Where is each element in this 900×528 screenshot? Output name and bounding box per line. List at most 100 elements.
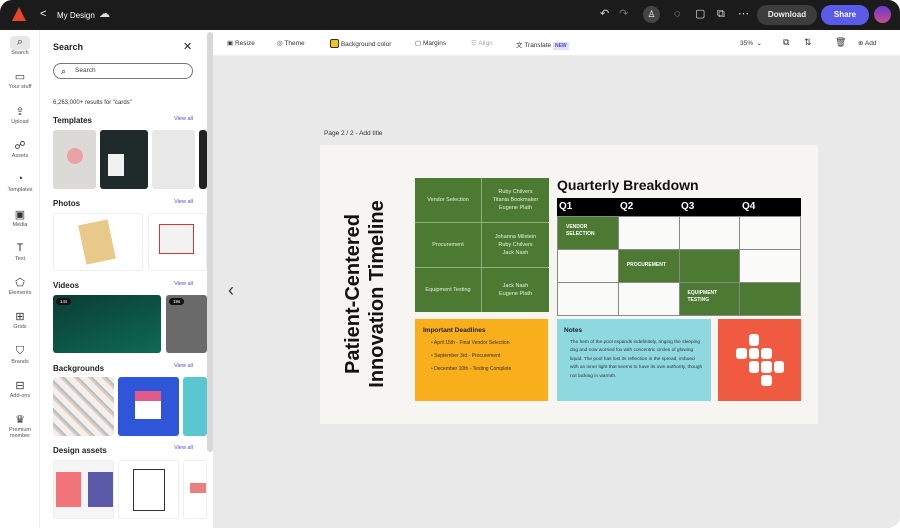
share-button[interactable]: Share <box>821 5 869 25</box>
background-thumbnail[interactable] <box>53 377 114 436</box>
video-duration: 19s <box>169 298 185 305</box>
background-thumbnail[interactable] <box>183 377 207 436</box>
logo-box[interactable] <box>718 319 801 401</box>
redo-icon[interactable]: ↷ <box>619 9 628 20</box>
quarterly-title[interactable]: Quarterly Breakdown <box>557 177 699 193</box>
comment-icon[interactable]: ▢ <box>695 9 705 20</box>
cell <box>679 217 740 249</box>
deadlines-title: Important Deadlines <box>423 327 486 334</box>
download-button[interactable]: Download <box>757 5 817 25</box>
background-thumbnail[interactable] <box>118 377 179 436</box>
lightbulb-icon[interactable]: ◌ <box>674 9 681 20</box>
delete-icon[interactable]: 🗑 <box>835 37 846 48</box>
page-label: Page 2 / 2 - Add title <box>324 130 383 137</box>
prev-page-arrow[interactable]: ‹ <box>228 280 234 301</box>
rail-item-add-ons[interactable]: ⊟ Add-ons <box>0 379 40 399</box>
deadlines-box[interactable]: Important Deadlines • April 15th - Final… <box>415 319 548 401</box>
chat-icon[interactable]: ⧉ <box>717 9 725 20</box>
rail-label: Your stuff <box>8 84 32 91</box>
cell-equipment-testing: EQUIPMENT TESTING <box>679 283 740 315</box>
translate-button[interactable]: 文 Translate NEW <box>516 39 569 50</box>
rail-item-premium-member[interactable]: ♛ Premium member <box>0 413 40 439</box>
rail-item-grids[interactable]: ⊞ Grids <box>0 310 40 330</box>
align-button[interactable]: ☰ Align <box>471 39 493 47</box>
rail-label: Premium member <box>8 427 31 440</box>
more-icon[interactable]: ⋯ <box>738 9 749 20</box>
back-icon[interactable]: < <box>40 9 46 20</box>
video-duration: 14s <box>56 298 72 305</box>
design-asset-thumbnail[interactable] <box>118 460 179 519</box>
arrange-icon[interactable]: ⇅ <box>804 37 812 48</box>
cell <box>558 250 618 282</box>
view-all-templates[interactable]: View all <box>174 116 193 122</box>
design-asset-thumbnail[interactable] <box>183 460 207 519</box>
quarterly-table[interactable]: Q1 Q2 Q3 Q4 VENDOR SELECTION PROCUREMENT… <box>557 198 801 316</box>
rail-item-upload[interactable]: ⇪ Upload <box>0 105 40 125</box>
rail-item-media[interactable]: ▣ Media <box>0 208 40 228</box>
team-table[interactable]: Vendor Selection Ruby Chilvers Titania Bo… <box>415 178 549 312</box>
q3-header: Q3 <box>681 201 695 212</box>
search-icon: ⌕ <box>10 36 30 50</box>
deadline-item: • April 15th - Final Vendor Selection <box>431 340 510 346</box>
theme-button[interactable]: ◎ Theme <box>277 39 305 47</box>
rail-item-search[interactable]: ⌕ Search <box>0 36 40 56</box>
video-thumbnail[interactable]: 19s <box>166 295 207 353</box>
avatar[interactable] <box>874 6 891 23</box>
design-asset-thumbnail[interactable] <box>53 460 114 519</box>
view-all-photos[interactable]: View all <box>174 199 193 205</box>
background-color-button[interactable]: Background color <box>330 39 391 48</box>
rail-item-brands[interactable]: ⛉ Brands <box>0 345 40 365</box>
vertical-title[interactable]: Patient-Centered Innovation Timeline <box>341 184 399 404</box>
deadline-item: • September 3rd - Procurement <box>431 353 501 359</box>
rail-label: Media <box>12 221 28 228</box>
template-thumbnail[interactable] <box>199 130 207 189</box>
adobe-express-logo[interactable] <box>12 7 26 21</box>
template-thumbnail[interactable] <box>100 130 148 189</box>
zoom-select[interactable]: 35% ⌄ <box>740 39 762 47</box>
rail-item-templates[interactable]: ◔ Templates <box>0 173 40 193</box>
document-title[interactable]: My Design <box>57 11 95 20</box>
margins-button[interactable]: ▢ Margins <box>415 39 446 47</box>
add-button[interactable]: ⊕ Add <box>858 39 876 47</box>
cloud-icon: ☁ <box>99 8 110 20</box>
view-all-videos[interactable]: View all <box>174 281 193 287</box>
add-title-link[interactable]: Add title <box>359 130 383 137</box>
search-icon: ⌕ <box>61 66 67 76</box>
top-bar: < My Design ☁ ↶ ↷ ♙ ◌ ▢ ⧉ ⋯ Download Sha… <box>0 0 900 30</box>
notes-box[interactable]: Notes The hem of the pool expands indefi… <box>557 319 711 401</box>
photo-thumbnail[interactable] <box>53 213 143 271</box>
video-thumbnail[interactable]: 14s <box>53 295 161 353</box>
template-thumbnail[interactable] <box>53 130 96 189</box>
rail-item-elements[interactable]: ⬠ Elements <box>0 276 40 296</box>
rail-item-assets[interactable]: ☍ Assets <box>0 139 40 159</box>
template-thumbnail[interactable] <box>152 130 195 189</box>
team-people: Johanna Milstein Ruby Chilvers Jack Nash <box>482 223 549 267</box>
undo-icon[interactable]: ↶ <box>600 9 609 20</box>
cell <box>740 217 800 249</box>
panel-title: Search <box>53 42 84 52</box>
notes-title: Notes <box>564 327 583 334</box>
invite-icon[interactable]: ♙ <box>643 6 660 23</box>
rail-item-your-stuff[interactable]: ▭ Your stuff <box>0 70 40 90</box>
view-all-design-assets[interactable]: View all <box>174 445 193 451</box>
cell <box>740 250 800 282</box>
team-phase: Procurement <box>415 223 481 267</box>
search-input[interactable]: ⌕ Search <box>53 63 193 79</box>
rail-label: Text <box>14 255 26 262</box>
resize-button[interactable]: ▣ Resize <box>227 39 255 47</box>
cell <box>618 217 679 249</box>
media-icon: ▣ <box>14 208 26 221</box>
toolbar: ▣ Resize ◎ Theme Background color ▢ Marg… <box>213 30 900 56</box>
team-phase: Vendor Selection <box>415 178 481 222</box>
cell <box>558 283 618 315</box>
photo-thumbnail[interactable] <box>148 213 207 271</box>
grids-icon: ⊞ <box>15 311 25 324</box>
team-people: Ruby Chilvers Titania Bookmaker Eugene P… <box>482 178 549 222</box>
rail-item-text[interactable]: T Text <box>0 242 40 262</box>
cell <box>740 283 800 315</box>
close-icon[interactable]: ✕ <box>183 42 192 53</box>
new-badge: NEW <box>552 42 569 50</box>
view-all-backgrounds[interactable]: View all <box>174 363 193 369</box>
pages-icon[interactable]: ⧉ <box>783 37 789 48</box>
addons-icon: ⊟ <box>15 380 25 392</box>
